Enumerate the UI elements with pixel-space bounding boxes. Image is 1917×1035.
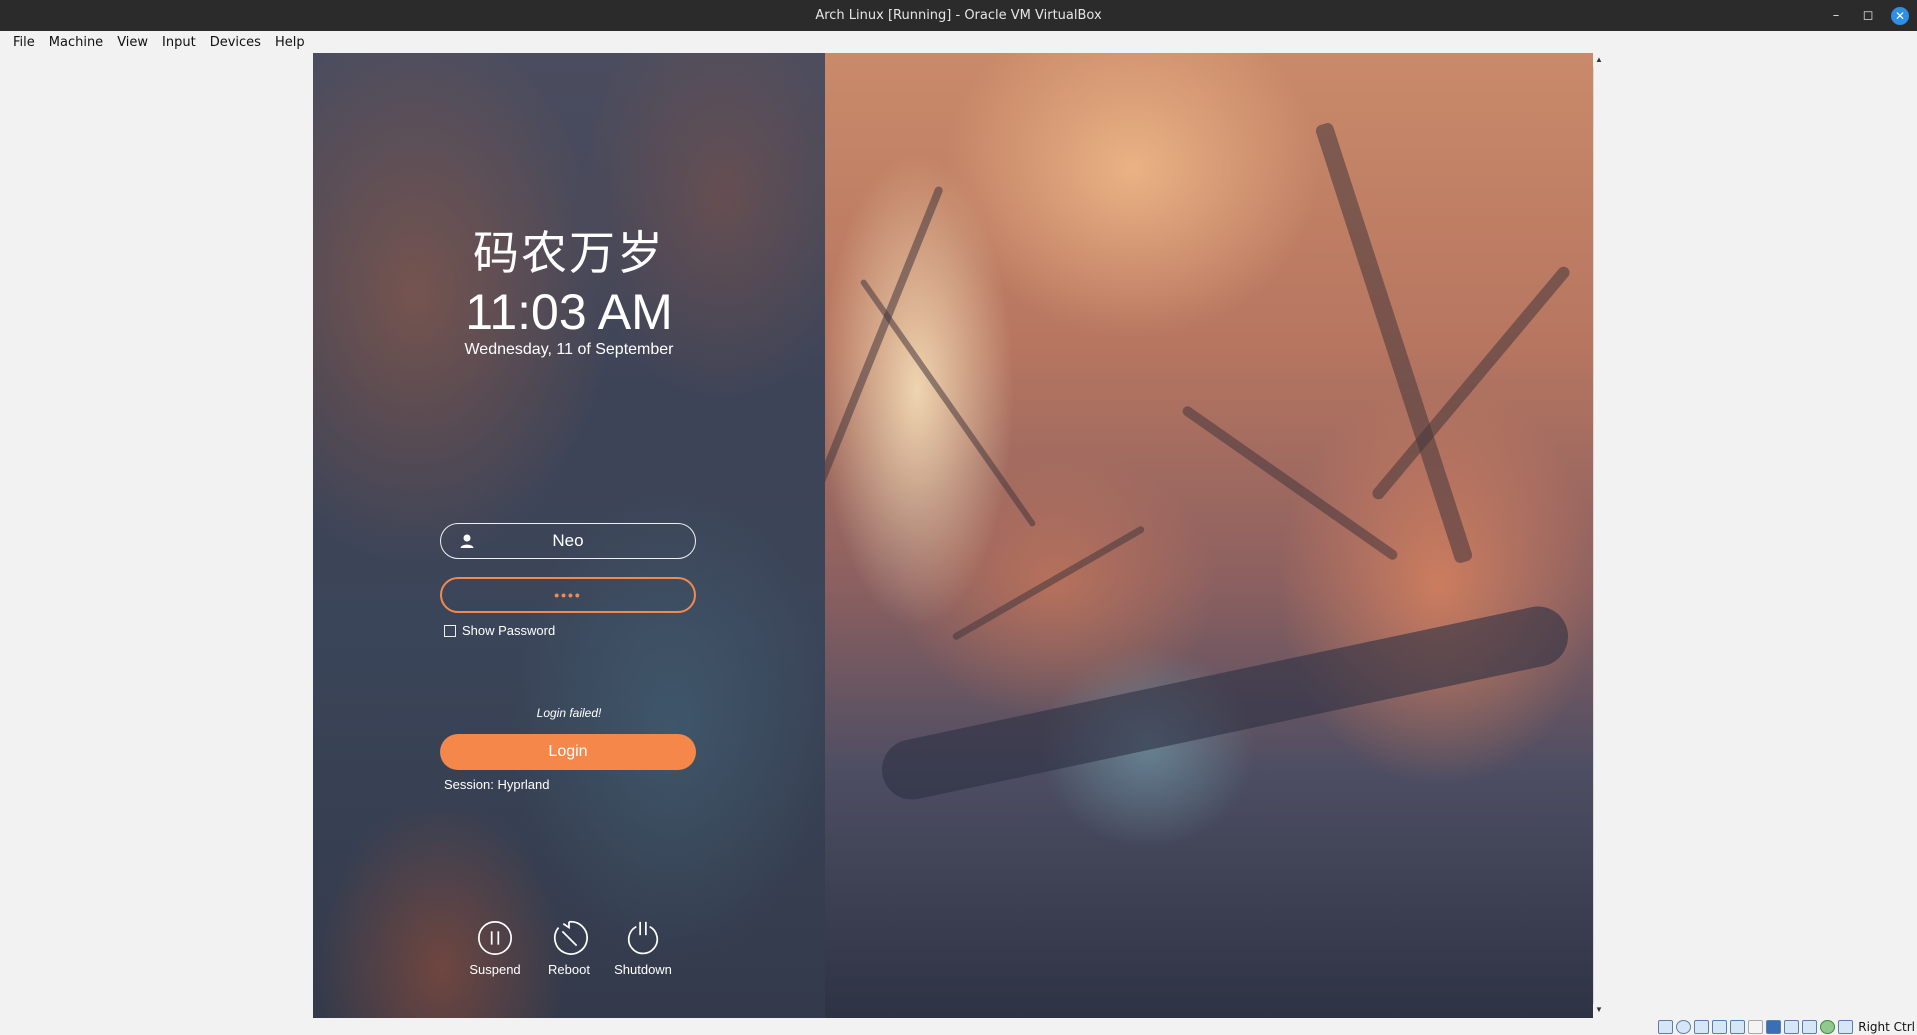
scrollbar-track bbox=[1593, 67, 1594, 1004]
shared-folder-icon[interactable] bbox=[1748, 1020, 1764, 1034]
window-titlebar[interactable]: Arch Linux [Running] - Oracle VM Virtual… bbox=[0, 0, 1917, 31]
menu-help[interactable]: Help bbox=[268, 35, 312, 50]
audio-icon[interactable] bbox=[1694, 1020, 1710, 1034]
optical-drive-icon[interactable] bbox=[1676, 1020, 1692, 1034]
display-icon[interactable] bbox=[1766, 1020, 1782, 1034]
password-field[interactable]: •••• bbox=[440, 577, 696, 613]
reboot-label: Reboot bbox=[548, 962, 590, 977]
clock-date: Wednesday, 11 of September bbox=[464, 341, 674, 358]
pause-circle-icon bbox=[477, 920, 513, 956]
scroll-up-icon[interactable]: ▲ bbox=[1594, 55, 1604, 64]
restore-icon[interactable]: ◻ bbox=[1859, 7, 1877, 25]
network-icon[interactable] bbox=[1712, 1020, 1728, 1034]
guest-additions-icon[interactable] bbox=[1820, 1020, 1836, 1034]
shutdown-button[interactable]: Shutdown bbox=[614, 919, 672, 977]
menu-bar: File Machine View Input Devices Help bbox=[0, 31, 1917, 53]
menu-input[interactable]: Input bbox=[155, 35, 203, 50]
minimize-icon[interactable]: – bbox=[1827, 7, 1845, 25]
vm-vertical-scrollbar[interactable]: ▲ ▼ bbox=[1593, 53, 1605, 1018]
hard-disk-icon[interactable] bbox=[1658, 1020, 1674, 1034]
host-key-label: Right Ctrl bbox=[1858, 1020, 1915, 1034]
clock-block: 码农万岁 11:03 AM Wednesday, 11 of September bbox=[313, 225, 825, 359]
username-field[interactable]: Neo bbox=[440, 523, 696, 559]
power-icon bbox=[627, 921, 659, 955]
shutdown-label: Shutdown bbox=[614, 962, 672, 977]
password-mask: •••• bbox=[554, 587, 582, 603]
session-selector[interactable]: Session: Hyprland bbox=[444, 777, 550, 792]
vm-status-tray: Right Ctrl bbox=[1658, 1019, 1917, 1035]
usb-icon[interactable] bbox=[1730, 1020, 1746, 1034]
suspend-label: Suspend bbox=[469, 962, 521, 977]
mouse-integration-icon[interactable] bbox=[1838, 1020, 1854, 1034]
recording-icon[interactable] bbox=[1784, 1020, 1800, 1034]
login-status-message: Login failed! bbox=[536, 706, 602, 720]
cpu-icon[interactable] bbox=[1802, 1020, 1818, 1034]
power-actions: Suspend Reboot Shutdown bbox=[313, 919, 825, 977]
wallpaper-forest bbox=[794, 53, 1593, 1018]
username-value: Neo bbox=[552, 531, 584, 550]
vm-display[interactable]: 码农万岁 11:03 AM Wednesday, 11 of September… bbox=[313, 53, 1593, 1018]
user-icon bbox=[460, 534, 474, 548]
reboot-icon bbox=[554, 920, 588, 955]
close-icon[interactable]: ✕ bbox=[1891, 6, 1909, 25]
window-title: Arch Linux [Running] - Oracle VM Virtual… bbox=[815, 8, 1102, 23]
window-controls: – ◻ ✕ bbox=[1827, 0, 1909, 31]
menu-machine[interactable]: Machine bbox=[42, 35, 110, 50]
menu-devices[interactable]: Devices bbox=[203, 35, 268, 50]
reboot-button[interactable]: Reboot bbox=[543, 919, 595, 977]
greeter-panel: 码农万岁 11:03 AM Wednesday, 11 of September… bbox=[313, 53, 825, 1018]
scroll-down-icon[interactable]: ▼ bbox=[1594, 1005, 1604, 1014]
suspend-button[interactable]: Suspend bbox=[469, 919, 521, 977]
show-password-checkbox[interactable] bbox=[444, 624, 456, 637]
greeting-text: 码农万岁 bbox=[473, 226, 665, 280]
show-password-label: Show Password bbox=[462, 623, 556, 638]
clock-time: 11:03 AM bbox=[465, 284, 673, 340]
menu-file[interactable]: File bbox=[6, 35, 42, 50]
menu-view[interactable]: View bbox=[110, 35, 155, 50]
login-button[interactable]: Login bbox=[440, 734, 696, 770]
show-password-toggle[interactable]: Show Password bbox=[444, 623, 555, 638]
